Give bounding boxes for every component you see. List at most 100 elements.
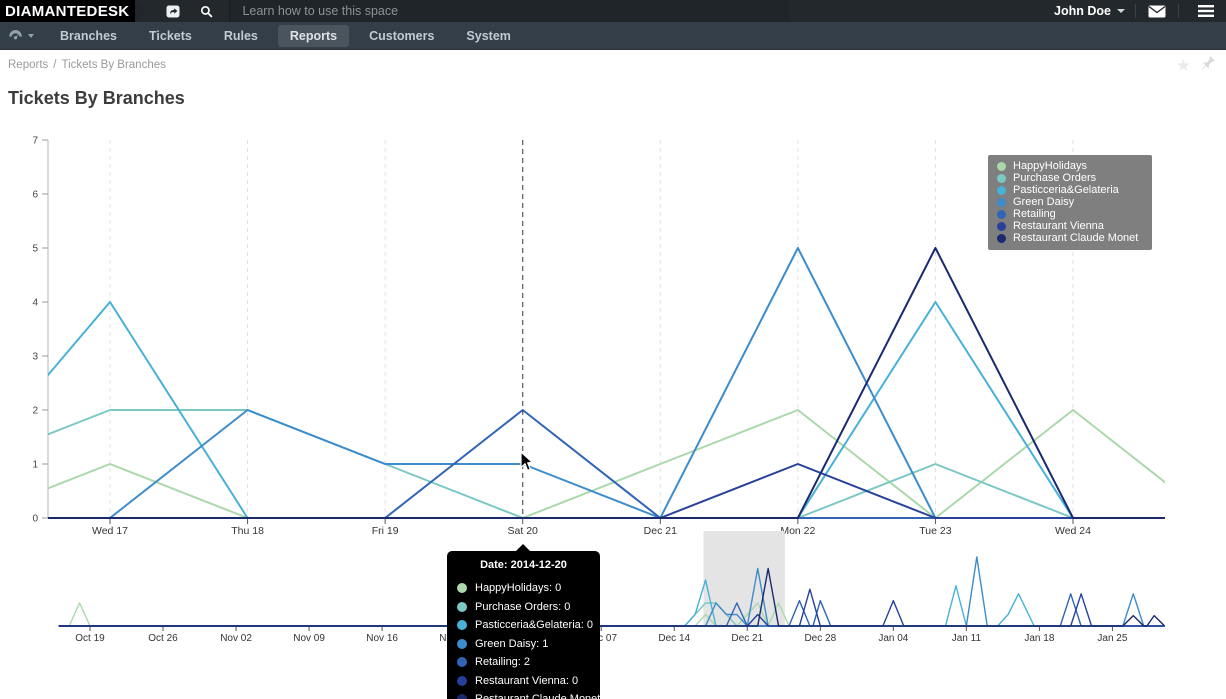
- svg-text:5: 5: [32, 244, 38, 255]
- tooltip-row-text: HappyHolidays: 0: [475, 582, 561, 594]
- svg-text:Mon 22: Mon 22: [780, 525, 815, 537]
- legend-dot-icon: [997, 198, 1006, 207]
- svg-text:Nov 16: Nov 16: [366, 633, 398, 644]
- tooltip-date: Date: 2014-12-20: [457, 559, 590, 571]
- tooltip-row: Green Daisy: 1: [457, 635, 590, 654]
- nav-item-system[interactable]: System: [454, 25, 522, 47]
- tooltip-dot-icon: [457, 694, 467, 699]
- svg-text:Nov 02: Nov 02: [220, 633, 252, 644]
- mail-icon[interactable]: [1148, 5, 1166, 18]
- svg-text:Nov 09: Nov 09: [293, 633, 325, 644]
- app-logo-text: DIAMANTEDESK: [5, 3, 129, 20]
- svg-text:Dec 21: Dec 21: [644, 525, 677, 537]
- breadcrumb-current: Tickets By Branches: [61, 59, 165, 71]
- legend-item: Restaurant Vienna: [997, 220, 1143, 232]
- legend-label: Restaurant Claude Monet: [1013, 232, 1138, 244]
- tooltip-dot-icon: [457, 657, 467, 667]
- tooltip-dot-icon: [457, 602, 467, 612]
- legend-dot-icon: [997, 210, 1006, 219]
- mouse-cursor-icon: [520, 451, 534, 472]
- svg-text:3: 3: [32, 352, 38, 363]
- legend-label: Green Daisy: [1013, 196, 1074, 208]
- tooltip-row-text: Green Daisy: 1: [475, 638, 548, 650]
- legend-label: Retailing: [1013, 208, 1056, 220]
- search-icon[interactable]: [199, 4, 214, 19]
- svg-text:7: 7: [32, 136, 38, 147]
- topbar-divider: [1178, 4, 1179, 18]
- svg-text:Jan 25: Jan 25: [1097, 633, 1127, 644]
- pin-icon[interactable]: [1201, 55, 1216, 76]
- tooltip-row: Retailing: 2: [457, 653, 590, 672]
- svg-text:Jan 18: Jan 18: [1024, 633, 1054, 644]
- svg-text:Tue 23: Tue 23: [919, 525, 951, 537]
- dashboard-gauge-icon: [8, 29, 23, 42]
- legend-item: Green Daisy: [997, 196, 1143, 208]
- tooltip-row-text: Restaurant Vienna: 0: [475, 675, 578, 687]
- svg-text:Sat 20: Sat 20: [508, 525, 539, 537]
- svg-text:Thu 18: Thu 18: [231, 525, 264, 537]
- tooltip-row-text: Purchase Orders: 0: [475, 601, 570, 613]
- user-name: John Doe: [1054, 4, 1111, 18]
- menu-icon[interactable]: [1198, 5, 1214, 17]
- tooltip-arrow: [516, 544, 530, 551]
- top-bar: DIAMANTEDESK Learn how to use this space…: [0, 0, 1226, 22]
- search-input[interactable]: Learn how to use this space: [229, 0, 789, 22]
- legend-label: Pasticceria&Gelateria: [1013, 184, 1119, 196]
- app-logo[interactable]: DIAMANTEDESK: [0, 0, 135, 22]
- legend-item: Restaurant Claude Monet: [997, 232, 1143, 244]
- legend-item: Purchase Orders: [997, 172, 1143, 184]
- breadcrumb-separator: /: [53, 59, 56, 71]
- svg-text:Wed 17: Wed 17: [92, 525, 128, 537]
- tooltip-row: HappyHolidays: 0: [457, 579, 590, 598]
- tooltip-row: Restaurant Claude Monet: 0: [457, 690, 590, 699]
- svg-text:Dec 21: Dec 21: [731, 633, 763, 644]
- legend-label: Purchase Orders: [1013, 172, 1096, 184]
- legend-item: HappyHolidays: [997, 160, 1143, 172]
- tooltip-row-text: Retailing: 2: [475, 656, 530, 668]
- svg-text:Oct 26: Oct 26: [148, 633, 178, 644]
- caret-down-icon: [1117, 9, 1125, 13]
- topbar-divider: [1135, 4, 1136, 18]
- nav-item-branches[interactable]: Branches: [48, 25, 129, 47]
- tooltip-row-text: Pasticceria&Gelateria: 0: [475, 619, 593, 631]
- dashboard-menu-button[interactable]: [8, 29, 34, 42]
- svg-text:4: 4: [32, 298, 38, 309]
- favorite-star-icon[interactable]: ★: [1176, 57, 1191, 74]
- legend-item: Retailing: [997, 208, 1143, 220]
- nav-item-reports[interactable]: Reports: [278, 25, 349, 47]
- share-icon[interactable]: [166, 4, 181, 19]
- svg-text:Dec 14: Dec 14: [658, 633, 690, 644]
- search-placeholder: Learn how to use this space: [242, 4, 398, 18]
- svg-text:Wed 24: Wed 24: [1055, 525, 1091, 537]
- tooltip-dot-icon: [457, 620, 467, 630]
- nav-item-customers[interactable]: Customers: [357, 25, 446, 47]
- svg-text:Jan 04: Jan 04: [878, 633, 908, 644]
- legend-label: Restaurant Vienna: [1013, 220, 1104, 232]
- main-navigation: Branches Tickets Rules Reports Customers Syst…: [0, 22, 1226, 50]
- svg-text:1: 1: [32, 460, 38, 471]
- logo-tail-decoration: [135, 0, 147, 22]
- nav-item-tickets[interactable]: Tickets: [137, 25, 204, 47]
- legend-dot-icon: [997, 174, 1006, 183]
- svg-text:Jan 11: Jan 11: [952, 633, 982, 644]
- tooltip-dot-icon: [457, 639, 467, 649]
- tooltip-dot-icon: [457, 676, 467, 686]
- breadcrumb: Reports / Tickets By Branches: [8, 59, 166, 71]
- svg-text:0: 0: [32, 514, 38, 525]
- tooltip-row: Pasticceria&Gelateria: 0: [457, 616, 590, 635]
- chart-legend: HappyHolidaysPurchase OrdersPasticceria&…: [988, 155, 1152, 250]
- legend-label: HappyHolidays: [1013, 160, 1087, 172]
- legend-item: Pasticceria&Gelateria: [997, 184, 1143, 196]
- tooltip-rows: HappyHolidays: 0 Purchase Orders: 0 Pastic…: [457, 579, 590, 699]
- page-title: Tickets By Branches: [8, 88, 185, 109]
- legend-dot-icon: [997, 234, 1006, 243]
- svg-text:Fri 19: Fri 19: [372, 525, 399, 537]
- nav-item-rules[interactable]: Rules: [212, 25, 270, 47]
- tooltip-row: Restaurant Vienna: 0: [457, 672, 590, 691]
- legend-dot-icon: [997, 222, 1006, 231]
- user-menu[interactable]: John Doe: [1054, 4, 1125, 18]
- breadcrumb-parent[interactable]: Reports: [8, 59, 48, 71]
- legend-dot-icon: [997, 186, 1006, 195]
- chart-tooltip: Date: 2014-12-20 HappyHolidays: 0 Purchas…: [447, 551, 600, 699]
- nav-items: Branches Tickets Rules Reports Customers Syst…: [48, 25, 523, 47]
